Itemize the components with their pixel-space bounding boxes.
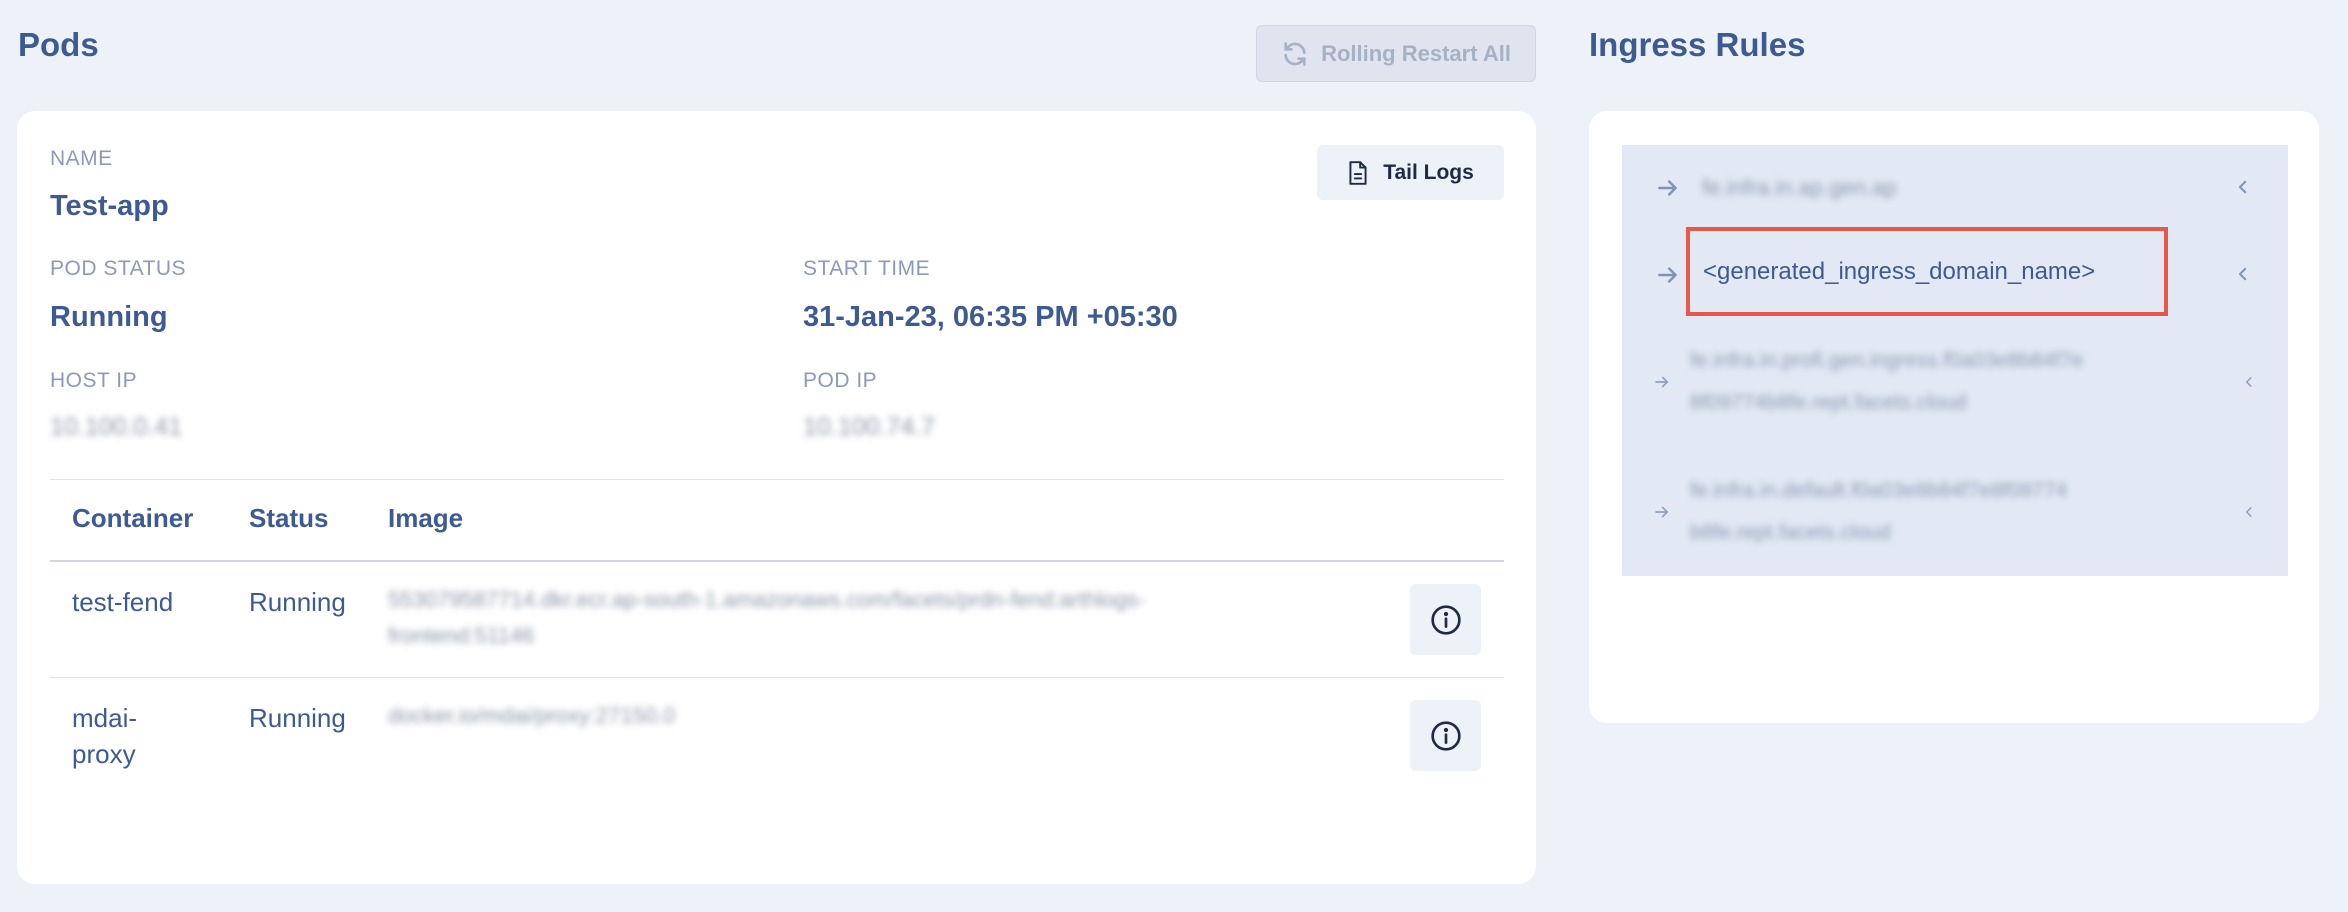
- ingress-item-2-highlighted[interactable]: <generated_ingress_domain_name>: [1686, 227, 2168, 316]
- ingress-item-4-line2[interactable]: b8fe.rept.facets.cloud: [1690, 512, 1891, 554]
- column-header-image: Image: [388, 503, 464, 533]
- document-icon: [1349, 160, 1367, 185]
- arrow-right-icon: [1655, 376, 1669, 388]
- start-time-label: START TIME: [803, 257, 931, 280]
- row2-image-line1: docker.io/mdai/proxy:27150.0: [388, 703, 676, 728]
- chevron-left-icon[interactable]: [2234, 265, 2252, 283]
- chevron-left-icon[interactable]: [2234, 178, 2252, 196]
- arrow-right-icon: [1655, 506, 1669, 518]
- row1-image-line1: 553079587714.dkr.ecr.ap-south-1.amazonaw…: [388, 587, 1146, 612]
- ingress-list: fe.infra.in.ap.gen.ap <generated_ingress…: [1622, 145, 2288, 576]
- pod-status-label: POD STATUS: [50, 257, 187, 280]
- start-time-value: 31-Jan-23, 06:35 PM +05:30: [803, 301, 1178, 333]
- pod-status-value: Running: [50, 301, 168, 333]
- row2-container-line1: mdai-: [72, 703, 138, 733]
- table-header-divider: [50, 560, 1504, 562]
- pods-title: Pods: [18, 26, 99, 63]
- row-divider: [50, 677, 1504, 678]
- divider: [50, 479, 1504, 480]
- pod-ip-value: 10.100.74.7: [803, 413, 936, 441]
- ingress-rules-title: Ingress Rules: [1589, 26, 1806, 63]
- chevron-left-icon[interactable]: [2242, 375, 2256, 389]
- ingress-card: fe.infra.in.ap.gen.ap <generated_ingress…: [1589, 111, 2319, 723]
- ingress-item-3-line1[interactable]: fe.infra.in.profi.gen.ingress.f0a03e8b84…: [1690, 340, 2083, 382]
- ingress-item-4-line1[interactable]: fe.infra.in.default.f0a03e8b84f7e8f09774: [1690, 470, 2067, 512]
- rolling-restart-all-button[interactable]: Rolling Restart All: [1256, 25, 1536, 82]
- row2-info-button[interactable]: [1410, 700, 1481, 771]
- host-ip-value: 10.100.0.41: [50, 413, 183, 441]
- info-icon: [1430, 604, 1461, 635]
- host-ip-label: HOST IP: [50, 369, 138, 392]
- rolling-restart-all-label: Rolling Restart All: [1321, 40, 1511, 66]
- row2-container-line2: proxy: [72, 739, 136, 769]
- ingress-item-3-line2[interactable]: 8f09774b8fe.rept.facets.cloud: [1690, 382, 1967, 424]
- tail-logs-button[interactable]: Tail Logs: [1317, 145, 1504, 200]
- arrow-right-icon: [1658, 180, 1677, 196]
- row1-image-line2: frontend:51146: [388, 623, 535, 648]
- page: Pods Rolling Restart All NAME Test-app T…: [0, 0, 2348, 912]
- info-icon: [1430, 720, 1461, 751]
- name-label: NAME: [50, 147, 113, 170]
- row2-status: Running: [249, 703, 346, 733]
- row1-info-button[interactable]: [1410, 584, 1481, 655]
- column-header-status: Status: [249, 503, 329, 533]
- chevron-left-icon[interactable]: [2242, 505, 2256, 519]
- arrow-right-icon: [1658, 267, 1677, 283]
- tail-logs-label: Tail Logs: [1383, 160, 1474, 184]
- column-header-container: Container: [72, 503, 194, 533]
- ingress-item-1[interactable]: fe.infra.in.ap.gen.ap: [1702, 167, 1896, 209]
- row1-container: test-fend: [72, 587, 174, 617]
- name-value: Test-app: [50, 190, 169, 222]
- refresh-icon: [1284, 41, 1306, 66]
- pod-ip-label: POD IP: [803, 369, 878, 392]
- pod-card: NAME Test-app Tail Logs POD STATUS Runni…: [17, 111, 1536, 884]
- row1-status: Running: [249, 587, 346, 617]
- ingress-domain-name: <generated_ingress_domain_name>: [1703, 257, 2096, 285]
